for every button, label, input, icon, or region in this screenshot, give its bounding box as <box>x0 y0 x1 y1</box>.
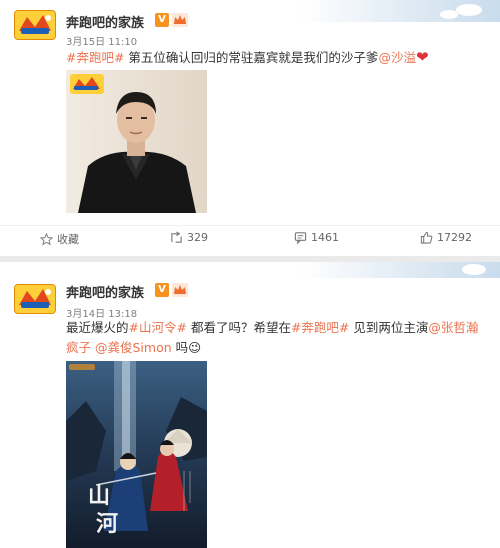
weibo-post-2: 奔跑吧的家族 V 3月14日 13:18 最近爆火的#山河令# 都看了吗？希望在… <box>0 262 500 548</box>
hashtag[interactable]: #奔跑吧# <box>291 320 349 335</box>
favorite-label: 收藏 <box>57 233 79 246</box>
post-text: #奔跑吧# 第五位确认回归的常驻嘉宾就是我们的沙子爹@沙溢❤ <box>66 47 486 68</box>
member-crown-icon <box>172 13 188 27</box>
comment-button[interactable]: 1461 <box>294 231 339 244</box>
cloud-decoration <box>462 264 486 275</box>
avatar[interactable] <box>14 10 56 40</box>
post-time[interactable]: 3月15日 11:10 <box>66 33 137 48</box>
weibo-post-1: 奔跑吧的家族 V 3月15日 11:10 #奔跑吧# 第五位确认回归的常驻嘉宾就… <box>0 0 500 258</box>
show-logo-icon <box>15 11 55 39</box>
portrait-image <box>66 70 207 213</box>
thumbs-up-icon <box>420 231 433 244</box>
verified-badge: V <box>155 283 169 297</box>
mention[interactable]: @沙溢 <box>378 50 416 65</box>
post-body: 见到两位主演 <box>349 320 429 335</box>
cloud-decoration <box>456 4 482 16</box>
post-body: 吗 <box>171 340 189 355</box>
comment-icon <box>294 232 307 244</box>
repost-count: 329 <box>187 231 208 244</box>
post-body: 最近爆火的 <box>66 320 129 335</box>
post-photo[interactable]: 山 河 <box>66 361 207 548</box>
repost-icon <box>171 231 182 243</box>
mention[interactable]: @龚俊Simon <box>95 340 172 355</box>
member-crown-icon <box>172 283 188 297</box>
post-text: 最近爆火的#山河令# 都看了吗？希望在#奔跑吧# 见到两位主演@张哲瀚疯子 @龚… <box>66 318 486 358</box>
repost-button[interactable]: 329 <box>170 231 208 244</box>
favorite-button[interactable]: 收藏 <box>40 231 79 247</box>
wink-emoji: 😉 <box>188 340 202 355</box>
hashtag[interactable]: #奔跑吧# <box>66 50 124 65</box>
hashtag[interactable]: #山河令# <box>129 320 187 335</box>
drama-poster-image: 山 河 <box>66 361 207 548</box>
avatar[interactable] <box>14 284 56 314</box>
author-name[interactable]: 奔跑吧的家族 <box>66 282 144 301</box>
post-body: 第五位确认回归的常驻嘉宾就是我们的沙子爹 <box>124 50 379 65</box>
like-button[interactable]: 17292 <box>420 231 472 244</box>
show-logo-icon <box>15 285 55 313</box>
post-body: 都看了吗？希望在 <box>186 320 291 335</box>
post-photo[interactable] <box>66 70 207 213</box>
heart-emoji: ❤ <box>415 48 429 66</box>
verified-badge: V <box>155 13 169 27</box>
poster-title: 河 <box>96 511 118 537</box>
star-icon <box>40 232 53 245</box>
cloud-decoration <box>440 10 458 19</box>
comment-count: 1461 <box>311 231 339 244</box>
like-count: 17292 <box>437 231 472 244</box>
author-name[interactable]: 奔跑吧的家族 <box>66 12 144 31</box>
post-actions: 收藏 329 1461 17292 <box>0 225 500 251</box>
poster-title: 山 <box>88 483 110 509</box>
